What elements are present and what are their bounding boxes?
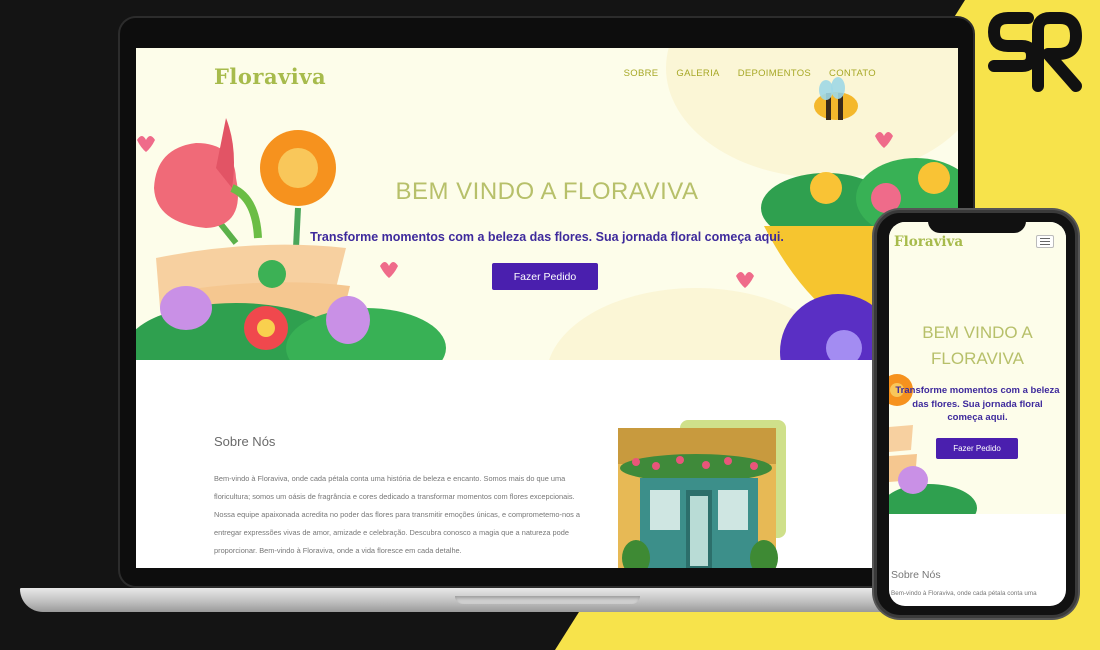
nav-link-contato[interactable]: CONTATO <box>829 68 876 79</box>
nav-link-sobre[interactable]: SOBRE <box>624 68 659 79</box>
hero-title: BEM VINDO A FLORAVIVA <box>395 178 699 205</box>
laptop-screen: Floraviva SOBRE GALERIA DEPOIMENTOS CONT… <box>136 48 958 568</box>
mobile-order-button[interactable]: Fazer Pedido <box>936 438 1018 459</box>
about-paragraph: Bem-vindo à Floraviva, onde cada pétala … <box>214 474 581 555</box>
about-title: Sobre Nós <box>214 434 276 449</box>
main-nav: SOBRE GALERIA DEPOIMENTOS CONTATO <box>624 68 876 79</box>
brand-logo[interactable]: Floraviva <box>214 64 326 89</box>
phone-screen: Floraviva BEM VINDO A FLORAVIVA Transfor… <box>889 222 1066 606</box>
hero-section: Floraviva SOBRE GALERIA DEPOIMENTOS CONT… <box>136 48 958 360</box>
laptop-hinge-notch <box>455 596 640 604</box>
hamburger-menu-icon[interactable] <box>1036 235 1054 248</box>
mobile-about-title: Sobre Nós <box>891 569 941 581</box>
nav-link-galeria[interactable]: GALERIA <box>676 68 719 79</box>
hero-subtitle: Transforme momentos com a beleza das flo… <box>310 230 784 244</box>
mobile-hero-subtitle: Transforme momentos com a beleza das flo… <box>895 385 1060 423</box>
mobile-hero-section: Floraviva BEM VINDO A FLORAVIVA Transfor… <box>889 222 1066 514</box>
order-button[interactable]: Fazer Pedido <box>492 263 598 290</box>
nav-link-depoimentos[interactable]: DEPOIMENTOS <box>738 68 811 79</box>
mobile-brand-logo[interactable]: Floraviva <box>894 234 963 250</box>
sr-monogram-icon <box>988 12 1082 92</box>
mobile-about-paragraph: Bem-vindo à Floraviva, onde cada pétala … <box>891 590 1037 597</box>
mobile-hero-title: BEM VINDO A FLORAVIVA <box>922 323 1033 368</box>
phone-notch <box>928 219 1026 233</box>
flower-shop-photo <box>618 420 786 568</box>
mockup-stage: Floraviva SOBRE GALERIA DEPOIMENTOS CONT… <box>0 0 1100 650</box>
